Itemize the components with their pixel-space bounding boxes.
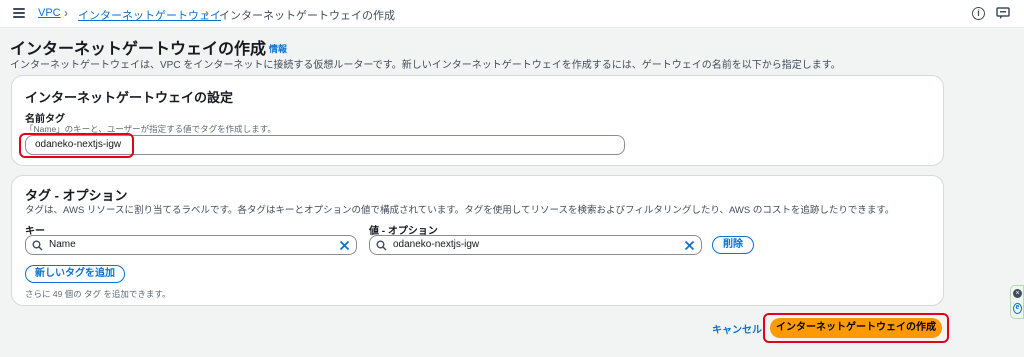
search-icon <box>376 240 387 251</box>
chevron-right-icon: › <box>205 6 209 20</box>
close-icon[interactable]: × <box>1013 289 1022 298</box>
settings-heading: インターネットゲートウェイの設定 <box>25 90 234 105</box>
tag-key-value: Name <box>49 239 76 250</box>
gateway-settings-container: インターネットゲートウェイの設定 名前タグ 「Name」のキーと、ユーザーが指定… <box>11 75 944 166</box>
info-icon[interactable]: i <box>972 7 985 20</box>
breadcrumb-current: インターネットゲートウェイの作成 <box>219 10 395 22</box>
highlight-box <box>19 133 134 158</box>
info-link[interactable]: 情報 <box>269 42 287 55</box>
clear-icon[interactable] <box>684 240 695 251</box>
clear-icon[interactable] <box>339 240 350 251</box>
page-description: インターネットゲートウェイは、VPC をインターネットに接続する仮想ルーターです… <box>10 60 841 71</box>
tag-value-value: odaneko-nextjs-igw <box>393 239 480 250</box>
tags-container: タグ - オプション タグは、AWS リソースに割り当てるラベルです。各タグはキ… <box>11 175 944 306</box>
breadcrumb-vpc[interactable]: VPC <box>38 7 61 19</box>
remaining-tags-hint: さらに 49 個の タグ を追加できます。 <box>25 289 171 299</box>
feedback-icon[interactable] <box>996 7 1010 20</box>
search-icon <box>32 240 43 251</box>
chevron-right-icon: › <box>64 6 68 20</box>
breadcrumb-internet-gateways[interactable]: インターネットゲートウェイ <box>78 7 221 23</box>
highlight-box <box>763 313 949 343</box>
tag-value-input[interactable]: odaneko-nextjs-igw <box>369 235 702 255</box>
cancel-button[interactable]: キャンセル <box>712 321 762 336</box>
tags-description: タグは、AWS リソースに割り当てるラベルです。各タグはキーとオプションの値で構… <box>25 205 895 216</box>
add-tag-button[interactable]: 新しいタグを追加 <box>25 265 125 283</box>
edge-icon[interactable]: e <box>1013 303 1022 314</box>
top-navigation-bar: VPC › インターネットゲートウェイ › インターネットゲートウェイの作成 i <box>0 0 1024 28</box>
tag-key-input[interactable]: Name <box>25 235 357 255</box>
side-panel-tab[interactable]: × e <box>1010 285 1024 319</box>
menu-icon[interactable] <box>13 8 25 18</box>
remove-tag-button[interactable]: 削除 <box>712 236 754 254</box>
